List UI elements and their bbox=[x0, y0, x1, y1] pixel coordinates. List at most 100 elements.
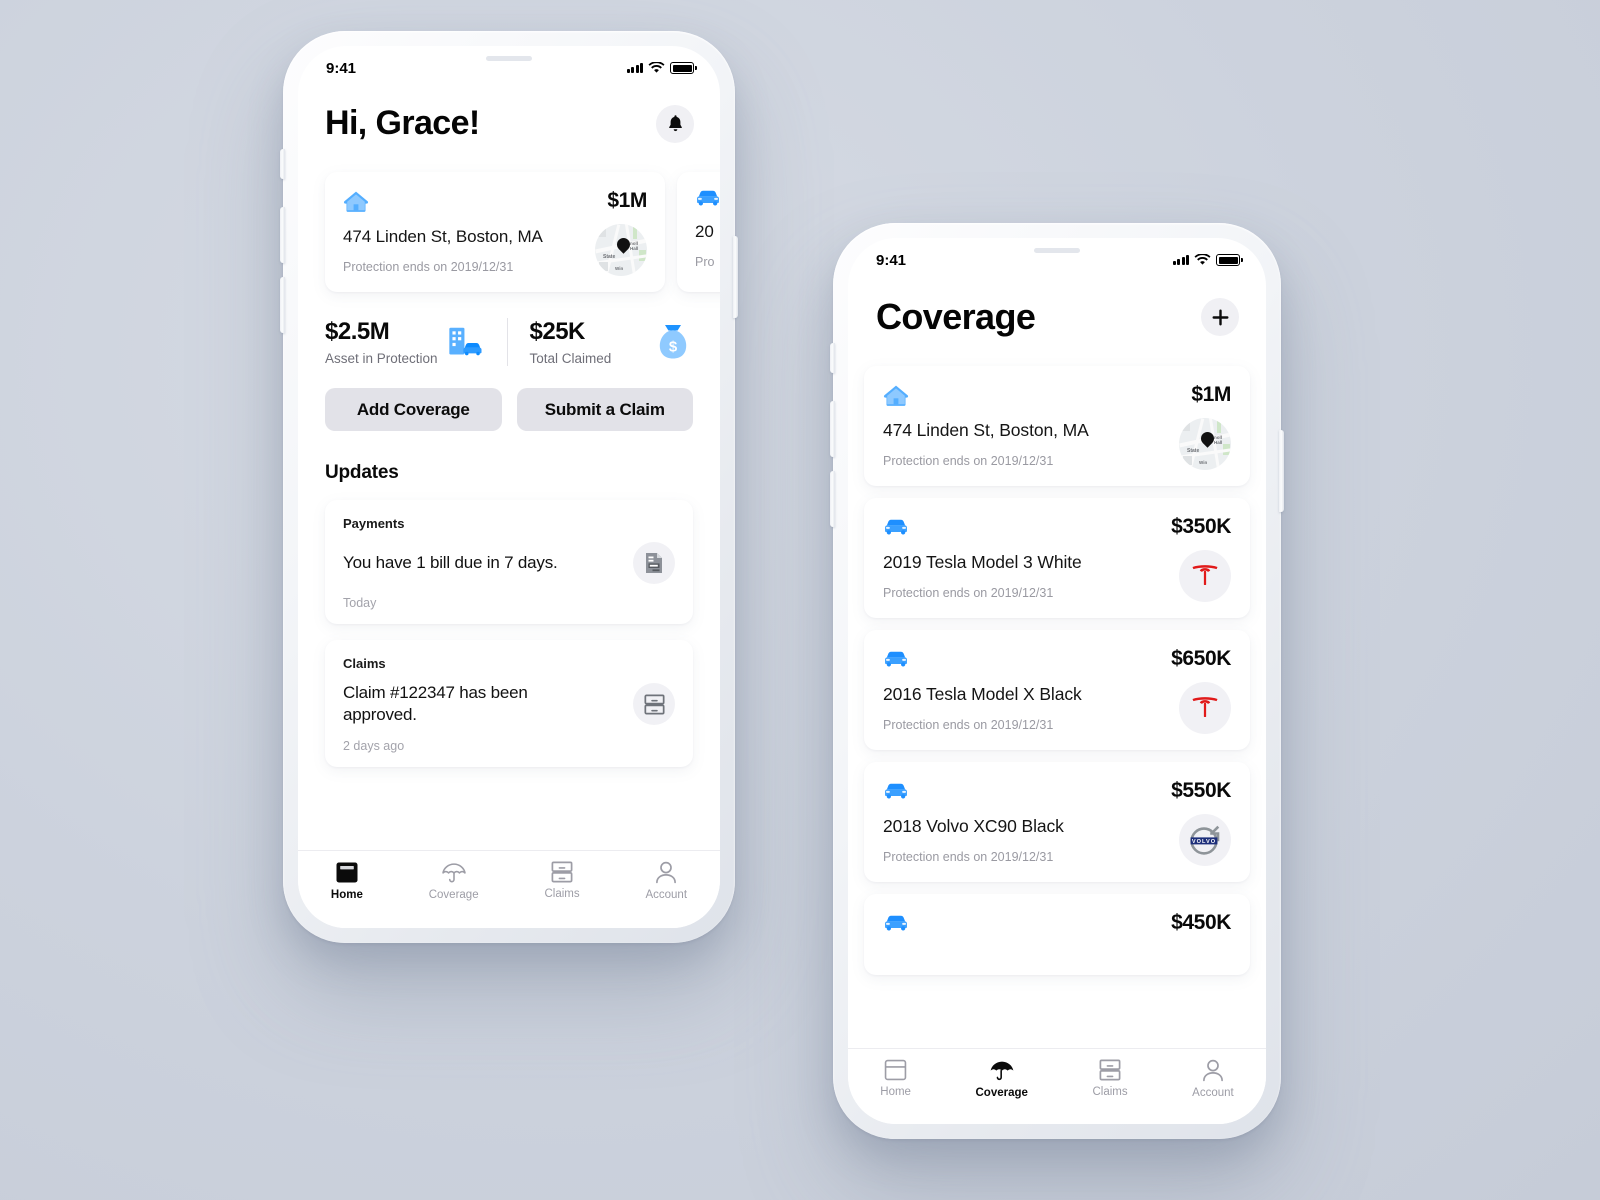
volume-down-button[interactable] bbox=[830, 471, 835, 527]
protection-end: Pro bbox=[695, 254, 715, 269]
volume-up-button[interactable] bbox=[280, 207, 285, 263]
tab-coverage[interactable]: Coverage bbox=[429, 861, 479, 901]
protection-end: Protection ends on 2019/12/31 bbox=[883, 586, 1054, 600]
coverage-list-item-tesla-model-x[interactable]: $650K 2016 Tesla Model X Black Protectio… bbox=[864, 630, 1250, 750]
map-thumbnail[interactable]: State noll Hall Win bbox=[1179, 418, 1231, 470]
notifications-button[interactable] bbox=[656, 104, 694, 143]
status-time: 9:41 bbox=[326, 59, 357, 77]
coverage-amount: $1M bbox=[607, 189, 647, 212]
page-title: Hi, Grace! bbox=[325, 104, 480, 142]
cellular-signal-icon bbox=[626, 63, 643, 73]
receipt-icon bbox=[633, 542, 675, 584]
add-coverage-button[interactable]: Add Coverage bbox=[325, 388, 502, 431]
tab-claims[interactable]: Claims bbox=[1092, 1059, 1128, 1098]
home-header: Hi, Grace! bbox=[325, 104, 694, 143]
map-thumbnail[interactable]: State noll Hall Win bbox=[595, 224, 647, 276]
file-cabinet-glyph bbox=[643, 694, 665, 715]
power-button[interactable] bbox=[1279, 430, 1284, 512]
phone-home-screen: 9:41 Hi, Grace! $1M 474 Linden St, Bosto… bbox=[280, 31, 738, 943]
tab-home[interactable]: Home bbox=[331, 861, 363, 901]
tesla-logo[interactable] bbox=[1179, 682, 1231, 734]
bottom-tab-bar: Home Coverage Claims Account bbox=[848, 1048, 1266, 1124]
protection-end: Protection ends on 2019/12/31 bbox=[883, 850, 1054, 864]
map-label-win: Win bbox=[615, 266, 624, 271]
home-icon bbox=[884, 1059, 907, 1081]
tab-account[interactable]: Account bbox=[1192, 1059, 1234, 1099]
money-bag-icon: $ bbox=[659, 325, 687, 359]
stat-value: $2.5M bbox=[325, 318, 390, 345]
volume-down-button[interactable] bbox=[280, 277, 285, 333]
coverage-card-body: 474 Linden St, Boston, MA Protection end… bbox=[883, 418, 1231, 470]
tab-label: Account bbox=[645, 889, 688, 901]
person-icon bbox=[1202, 1059, 1223, 1082]
file-cabinet-icon bbox=[551, 861, 573, 883]
update-kicker: Claims bbox=[343, 656, 386, 671]
tab-coverage[interactable]: Coverage bbox=[976, 1059, 1028, 1099]
battery-icon bbox=[1216, 254, 1240, 266]
silent-switch[interactable] bbox=[830, 343, 835, 373]
tab-home[interactable]: Home bbox=[880, 1059, 911, 1098]
phone-coverage-screen: 9:41 Coverage $1M 474 Linden St, Boston,… bbox=[830, 223, 1284, 1139]
tab-label: Home bbox=[330, 889, 363, 901]
update-message: You have 1 bill due in 7 days. bbox=[343, 552, 558, 572]
update-card-claims[interactable]: Claims Claim #122347 has been approved. … bbox=[325, 640, 693, 767]
submit-claim-button[interactable]: Submit a Claim bbox=[516, 388, 693, 431]
volvo-logo[interactable]: VOLVO bbox=[1179, 814, 1231, 866]
coverage-card-body: 474 Linden St, Boston, MA Protection end… bbox=[343, 224, 647, 276]
tab-claims[interactable]: Claims bbox=[544, 861, 580, 900]
car-icon bbox=[885, 651, 907, 667]
house-icon bbox=[883, 385, 909, 406]
home-icon bbox=[336, 862, 358, 883]
car-icon bbox=[885, 915, 907, 931]
update-row: You have 1 bill due in 7 days. bbox=[343, 542, 675, 584]
map-label-win: Win bbox=[1199, 460, 1208, 465]
stat-total-claimed: $25K Total Claimed $ bbox=[508, 318, 694, 366]
update-time: 2 days ago bbox=[343, 738, 405, 753]
stat-label: Total Claimed bbox=[529, 351, 612, 366]
coverage-card-rail[interactable]: $1M 474 Linden St, Boston, MA Protection… bbox=[325, 172, 720, 292]
coverage-card-home[interactable]: $1M 474 Linden St, Boston, MA Protection… bbox=[325, 172, 665, 292]
coverage-list[interactable]: $1M 474 Linden St, Boston, MA Protection… bbox=[864, 366, 1250, 975]
battery-icon bbox=[670, 62, 694, 74]
status-icons bbox=[1172, 254, 1240, 266]
wifi-icon bbox=[1194, 254, 1211, 265]
asset-name: 20 bbox=[695, 221, 714, 241]
silent-switch[interactable] bbox=[280, 149, 285, 179]
add-coverage-button[interactable] bbox=[1201, 298, 1239, 336]
tab-label: Home bbox=[880, 1086, 911, 1098]
update-row: Claim #122347 has been approved. bbox=[343, 682, 675, 727]
protection-end: Protection ends on 2019/12/31 bbox=[343, 259, 514, 274]
update-time: Today bbox=[343, 596, 377, 610]
page-title: Coverage bbox=[876, 296, 1036, 337]
coverage-list-item-home[interactable]: $1M 474 Linden St, Boston, MA Protection… bbox=[864, 366, 1250, 486]
tab-label: Claims bbox=[544, 888, 580, 900]
coverage-card-top: $550K bbox=[883, 779, 1231, 803]
svg-text:VOLVO: VOLVO bbox=[1192, 839, 1216, 845]
asset-name: 474 Linden St, Boston, MA bbox=[883, 420, 1089, 440]
coverage-card-top: $450K bbox=[883, 911, 1231, 935]
coverage-card-vehicle-peek[interactable]: 20 Pro bbox=[677, 172, 720, 292]
coverage-amount: $1M bbox=[1191, 383, 1231, 406]
coverage-list-item-partial[interactable]: $450K bbox=[864, 894, 1250, 975]
coverage-card-body: 2018 Volvo XC90 Black Protection ends on… bbox=[883, 814, 1231, 866]
stats-row: $2.5M Asset in Protection $25K Total Cla… bbox=[325, 318, 693, 366]
update-card-payments[interactable]: Payments You have 1 bill due in 7 days. … bbox=[325, 500, 693, 624]
house-icon bbox=[343, 191, 369, 212]
tesla-logo[interactable] bbox=[1179, 550, 1231, 602]
stat-label: Asset in Protection bbox=[325, 351, 438, 366]
stat-value: $25K bbox=[529, 318, 586, 345]
volume-up-button[interactable] bbox=[830, 401, 835, 457]
tab-account[interactable]: Account bbox=[645, 861, 687, 901]
protection-end: Protection ends on 2019/12/31 bbox=[883, 718, 1054, 732]
coverage-list-item-tesla-model-3[interactable]: $350K 2019 Tesla Model 3 White Protectio… bbox=[864, 498, 1250, 618]
device-notch bbox=[426, 46, 592, 71]
file-cabinet-icon bbox=[1099, 1059, 1121, 1081]
power-button[interactable] bbox=[733, 236, 738, 318]
update-kicker: Payments bbox=[343, 516, 405, 531]
asset-name: 2018 Volvo XC90 Black bbox=[883, 816, 1064, 836]
bell-icon bbox=[668, 115, 682, 132]
receipt-glyph bbox=[646, 553, 662, 573]
coverage-card-body: 2016 Tesla Model X Black Protection ends… bbox=[883, 682, 1231, 734]
coverage-card-top: $650K bbox=[883, 647, 1231, 671]
coverage-list-item-volvo-xc90[interactable]: $550K 2018 Volvo XC90 Black Protection e… bbox=[864, 762, 1250, 882]
